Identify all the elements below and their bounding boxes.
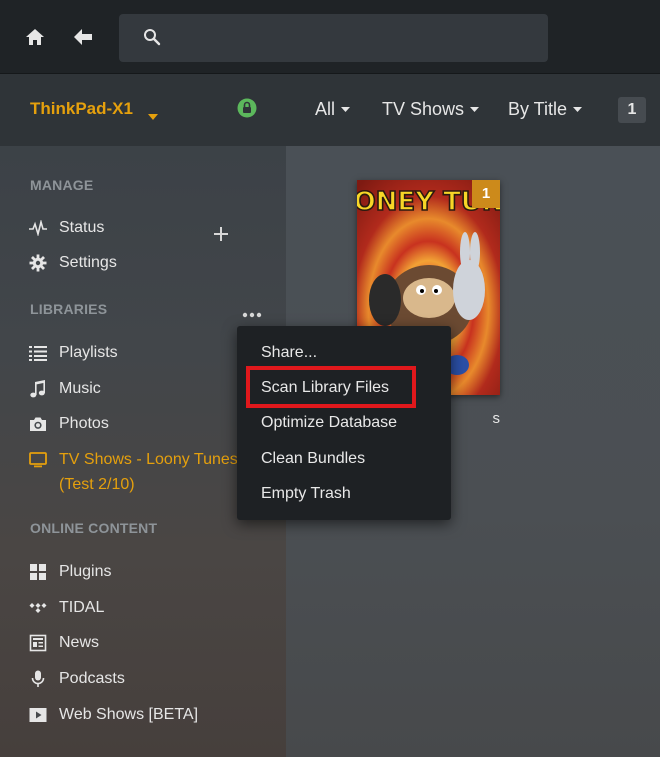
filter-label: TV Shows [382,99,465,119]
sidebar-item-tidal[interactable]: TIDAL [28,596,278,620]
section-title-libraries: LIBRARIES [30,301,108,317]
camera-icon [28,414,48,434]
filter-all[interactable]: All [315,99,351,120]
sidebar-item-label: Plugins [59,563,112,580]
chevron-down-icon [573,107,583,112]
filter-label: By Title [508,99,568,119]
newspaper-icon [28,633,48,653]
chevron-down-icon [341,107,351,112]
lock-icon [237,98,257,118]
section-title-online-content: ONLINE CONTENT [30,520,158,536]
tv-icon [28,450,48,470]
menu-item-optimize-database[interactable]: Optimize Database [261,414,397,432]
server-header[interactable]: ThinkPad-X1 [0,74,286,146]
filter-label: All [315,99,336,119]
menu-item-clean-bundles[interactable]: Clean Bundles [261,450,365,468]
sidebar-item-sublabel: (Test 2/10) [59,476,135,493]
pulse-icon [28,218,48,238]
sidebar-item-label: News [59,634,100,651]
search-input[interactable] [169,24,529,52]
sidebar-item-label: Photos [59,415,109,432]
sidebar-item-label: Playlists [59,344,118,361]
plus-icon[interactable] [213,226,229,242]
server-name[interactable]: ThinkPad-X1 [30,99,133,119]
back-arrow-icon[interactable] [72,26,94,48]
more-options-icon[interactable] [242,305,262,318]
unwatched-count-badge: 1 [472,180,500,208]
filter-tv-shows[interactable]: TV Shows [382,99,480,120]
highlight-box [246,366,416,408]
sidebar-item-label: Web Shows [BETA] [59,706,199,723]
sidebar-item-label: Podcasts [59,670,125,687]
filter-by-title[interactable]: By Title [508,99,583,120]
sidebar-item-label: TIDAL [59,599,105,616]
top-bar [0,0,660,74]
library-options-menu: Share... Scan Library Files Optimize Dat… [237,326,451,520]
music-note-icon [28,379,48,399]
item-count-badge: 1 [618,97,646,123]
section-title-manage: MANAGE [30,177,94,193]
sidebar-item-label: Music [59,380,101,397]
grid-icon [28,562,48,582]
sidebar-item-plugins[interactable]: Plugins [28,560,278,584]
search-icon [144,29,161,46]
list-icon [28,343,48,363]
sidebar-item-web-shows[interactable]: Web Shows [BETA] [28,703,278,727]
play-icon [28,705,48,725]
sidebar-item-news[interactable]: News [28,631,278,655]
home-icon[interactable] [24,26,46,48]
sidebar-item-podcasts[interactable]: Podcasts [28,667,278,691]
gear-icon [28,253,48,273]
menu-item-share[interactable]: Share... [261,344,317,362]
sidebar-item-status[interactable]: Status [28,216,278,240]
menu-item-empty-trash[interactable]: Empty Trash [261,485,351,503]
sidebar-item-settings[interactable]: Settings [28,251,278,275]
sidebar-item-label: Status [59,219,105,236]
tidal-icon [28,598,48,618]
chevron-down-icon [470,107,480,112]
sidebar-item-label: Settings [59,254,117,271]
chevron-down-icon[interactable] [148,107,158,125]
sidebar-item-label: TV Shows - Loony Tunes [59,451,238,468]
search-box[interactable] [119,14,548,62]
microphone-icon [28,669,48,689]
